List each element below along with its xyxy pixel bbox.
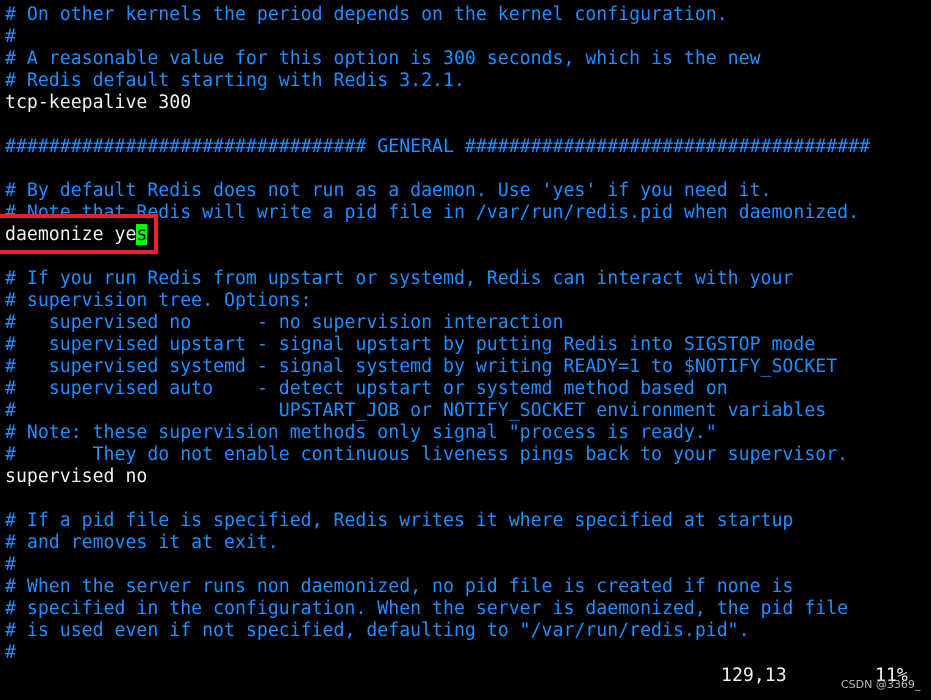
comment-line: # Redis default starting with Redis 3.2.… <box>5 70 870 92</box>
comment-line: # They do not enable continuous liveness… <box>5 444 870 466</box>
comment-line: # A reasonable value for this option is … <box>5 48 870 70</box>
code-line: supervised no <box>5 466 870 488</box>
line-text: # supervised auto - detect upstart or sy… <box>5 378 728 399</box>
comment-line: # supervised no - no supervision interac… <box>5 312 870 334</box>
line-text: # <box>5 642 16 663</box>
comment-line: # <box>5 554 870 576</box>
cursor-position: 129,13 <box>721 665 787 686</box>
comment-line: # On other kernels the period depends on… <box>5 4 870 26</box>
comment-line: # supervised auto - detect upstart or sy… <box>5 378 870 400</box>
comment-line: # supervised upstart - signal upstart by… <box>5 334 870 356</box>
line-text: # If you run Redis from upstart or syste… <box>5 268 794 289</box>
comment-line: ################################# GENERA… <box>5 136 870 158</box>
line-text: # When the server runs non daemonized, n… <box>5 576 794 597</box>
comment-line: # When the server runs non daemonized, n… <box>5 576 870 598</box>
line-text: # They do not enable continuous liveness… <box>5 444 849 465</box>
line-text: supervised no <box>5 466 148 487</box>
line-text: # supervised systemd - signal systemd by… <box>5 356 838 377</box>
line-text: # <box>5 554 16 575</box>
line-text: # By default Redis does not run as a dae… <box>5 180 772 201</box>
comment-line: # and removes it at exit. <box>5 532 870 554</box>
line-text: # If a pid file is specified, Redis writ… <box>5 510 794 531</box>
line-text: # is used even if not specified, default… <box>5 620 750 641</box>
comment-line: # <box>5 26 870 48</box>
line-text: # <box>5 26 16 47</box>
line-text: # Note: these supervision methods only s… <box>5 422 717 443</box>
comment-line: # UPSTART_JOB or NOTIFY_SOCKET environme… <box>5 400 870 422</box>
comment-line: # Note: these supervision methods only s… <box>5 422 870 444</box>
comment-line: # supervised systemd - signal systemd by… <box>5 356 870 378</box>
comment-line: # specified in the configuration. When t… <box>5 598 870 620</box>
comment-line: # If you run Redis from upstart or syste… <box>5 268 870 290</box>
line-text: ################################# GENERA… <box>5 136 871 157</box>
line-text: # supervision tree. Options: <box>5 290 312 311</box>
line-text: # and removes it at exit. <box>5 532 279 553</box>
line-text: # UPSTART_JOB or NOTIFY_SOCKET environme… <box>5 400 827 421</box>
highlight-box <box>0 214 158 254</box>
line-text: # A reasonable value for this option is … <box>5 48 761 69</box>
code-line: tcp-keepalive 300 <box>5 92 870 114</box>
line-text: # Redis default starting with Redis 3.2.… <box>5 70 465 91</box>
line-text: # On other kernels the period depends on… <box>5 4 728 25</box>
line-text: # specified in the configuration. When t… <box>5 598 849 619</box>
comment-line: # If a pid file is specified, Redis writ… <box>5 510 870 532</box>
watermark: CSDN @3369_ <box>841 678 921 691</box>
comment-line: # By default Redis does not run as a dae… <box>5 180 870 202</box>
line-text: tcp-keepalive 300 <box>5 92 192 113</box>
comment-line: # is used even if not specified, default… <box>5 620 870 642</box>
comment-line: # supervision tree. Options: <box>5 290 870 312</box>
line-text: # supervised upstart - signal upstart by… <box>5 334 816 355</box>
comment-line: # <box>5 642 870 664</box>
line-text: # supervised no - no supervision interac… <box>5 312 564 333</box>
vim-buffer[interactable]: # On other kernels the period depends on… <box>5 4 870 664</box>
